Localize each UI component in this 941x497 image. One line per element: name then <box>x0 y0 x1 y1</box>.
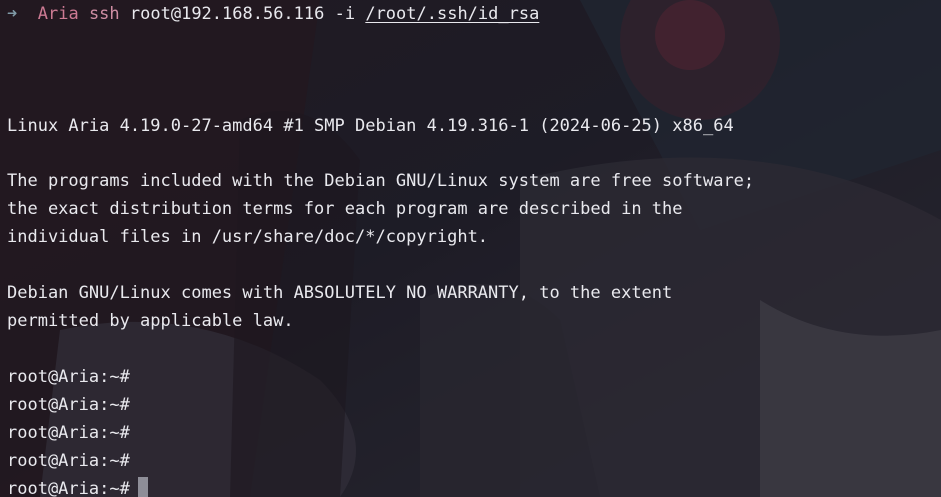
motd-warranty-line: permitted by applicable law. <box>7 311 294 331</box>
terminal-window[interactable]: ➜ Aria ssh root@192.168.56.116 -i /root/… <box>0 0 941 497</box>
motd-license-line: individual files in /usr/share/doc/*/cop… <box>7 227 489 247</box>
motd-license-line: The programs included with the Debian GN… <box>7 171 755 191</box>
prompt-hostname: Aria <box>37 4 79 24</box>
prompt-arrow-icon: ➜ <box>7 4 18 24</box>
command-name: ssh <box>88 4 120 24</box>
shell-prompt: root@Aria:~# <box>7 479 130 497</box>
shell-prompt: root@Aria:~# <box>7 395 130 415</box>
command-line: ➜ Aria ssh root@192.168.56.116 -i /root/… <box>7 0 539 28</box>
motd-license-line: the exact distribution terms for each pr… <box>7 199 683 219</box>
motd-kernel-line: Linux Aria 4.19.0-27-amd64 #1 SMP Debian… <box>7 116 734 136</box>
text-cursor <box>137 477 148 497</box>
active-prompt-line[interactable]: root@Aria:~# <box>7 475 148 497</box>
shell-prompt: root@Aria:~# <box>7 423 130 443</box>
motd-warranty-line: Debian GNU/Linux comes with ABSOLUTELY N… <box>7 283 673 303</box>
shell-prompt: root@Aria:~# <box>7 451 130 471</box>
key-path-link[interactable]: /root/.ssh/id_rsa <box>365 4 539 24</box>
terminal-output[interactable]: ➜ Aria ssh root@192.168.56.116 -i /root/… <box>0 0 941 497</box>
command-args: root@192.168.56.116 -i <box>129 4 356 24</box>
shell-prompt: root@Aria:~# <box>7 367 130 387</box>
